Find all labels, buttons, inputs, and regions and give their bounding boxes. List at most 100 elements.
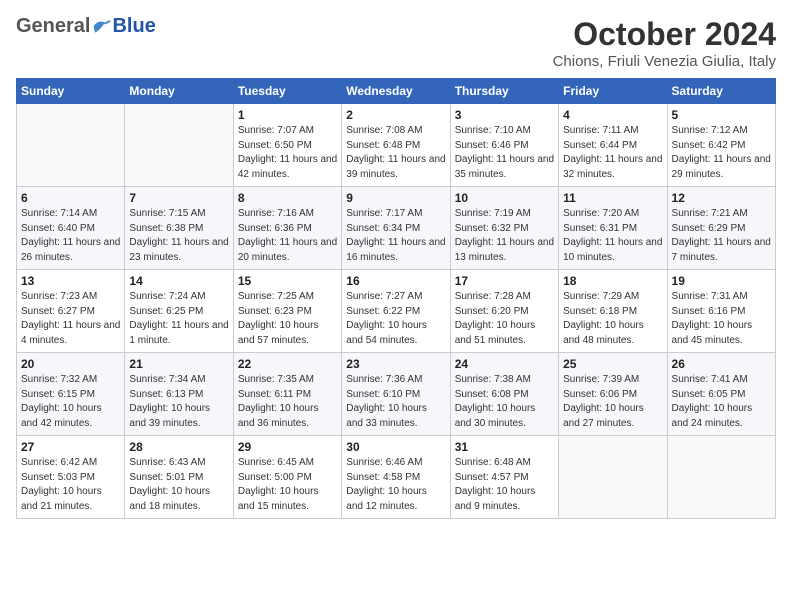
logo-blue: Blue bbox=[112, 16, 155, 36]
day-detail: Sunrise: 6:46 AM Sunset: 4:58 PM Dayligh… bbox=[346, 456, 445, 514]
day-number: 27 bbox=[21, 440, 120, 454]
day-detail: Sunrise: 7:19 AM Sunset: 6:32 PM Dayligh… bbox=[455, 207, 554, 265]
calendar-cell: 3Sunrise: 7:10 AM Sunset: 6:46 PM Daylig… bbox=[450, 104, 558, 187]
calendar-cell: 4 Sunrise: 7:11 AM Sunset: 6:44 PM Daylig… bbox=[559, 104, 667, 187]
calendar-week-row: 6 Sunrise: 7:14 AM Sunset: 6:40 PM Daylig… bbox=[17, 187, 776, 270]
day-number: 21 bbox=[129, 357, 228, 371]
calendar-cell: 25 Sunrise: 7:39 AM Sunset: 6:06 PM Dayli… bbox=[559, 353, 667, 436]
day-number: 10 bbox=[455, 191, 554, 205]
day-number: 17 bbox=[455, 274, 554, 288]
day-number: 11 bbox=[563, 191, 662, 205]
calendar-cell: 28 Sunrise: 6:43 AM Sunset: 5:01 PM Dayli… bbox=[125, 436, 233, 519]
day-detail: Sunrise: 7:20 AM Sunset: 6:31 PM Dayligh… bbox=[563, 207, 662, 265]
logo-general: General bbox=[16, 16, 90, 36]
page-title: October 2024 bbox=[553, 16, 776, 53]
calendar-cell: 9 Sunrise: 7:17 AM Sunset: 6:34 PM Daylig… bbox=[342, 187, 450, 270]
day-number: 7 bbox=[129, 191, 228, 205]
calendar-cell bbox=[559, 436, 667, 519]
day-number: 20 bbox=[21, 357, 120, 371]
day-number: 12 bbox=[672, 191, 771, 205]
day-number: 15 bbox=[238, 274, 337, 288]
day-detail: Sunrise: 7:29 AM Sunset: 6:18 PM Dayligh… bbox=[563, 290, 662, 348]
day-detail: Sunrise: 7:38 AM Sunset: 6:08 PM Dayligh… bbox=[455, 373, 554, 431]
day-number: 9 bbox=[346, 191, 445, 205]
calendar-cell: 16Sunrise: 7:27 AM Sunset: 6:22 PM Dayli… bbox=[342, 270, 450, 353]
day-detail: Sunrise: 7:41 AM Sunset: 6:05 PM Dayligh… bbox=[672, 373, 771, 431]
day-detail: Sunrise: 6:48 AM Sunset: 4:57 PM Dayligh… bbox=[455, 456, 554, 514]
column-header-sunday: Sunday bbox=[17, 79, 125, 104]
day-number: 26 bbox=[672, 357, 771, 371]
calendar-header-row: SundayMondayTuesdayWednesdayThursdayFrid… bbox=[17, 79, 776, 104]
calendar-cell: 2 Sunrise: 7:08 AM Sunset: 6:48 PM Daylig… bbox=[342, 104, 450, 187]
calendar-cell: 8 Sunrise: 7:16 AM Sunset: 6:36 PM Daylig… bbox=[233, 187, 341, 270]
day-number: 25 bbox=[563, 357, 662, 371]
day-detail: Sunrise: 7:28 AM Sunset: 6:20 PM Dayligh… bbox=[455, 290, 554, 348]
day-detail: Sunrise: 7:21 AM Sunset: 6:29 PM Dayligh… bbox=[672, 207, 771, 265]
day-detail: Sunrise: 7:25 AM Sunset: 6:23 PM Dayligh… bbox=[238, 290, 337, 348]
day-detail: Sunrise: 7:12 AM Sunset: 6:42 PM Dayligh… bbox=[672, 124, 771, 182]
day-detail: Sunrise: 7:34 AM Sunset: 6:13 PM Dayligh… bbox=[129, 373, 228, 431]
calendar-cell: 24 Sunrise: 7:38 AM Sunset: 6:08 PM Dayli… bbox=[450, 353, 558, 436]
calendar-cell: 19Sunrise: 7:31 AM Sunset: 6:16 PM Dayli… bbox=[667, 270, 775, 353]
calendar-cell: 14Sunrise: 7:24 AM Sunset: 6:25 PM Dayli… bbox=[125, 270, 233, 353]
calendar-cell: 6 Sunrise: 7:14 AM Sunset: 6:40 PM Daylig… bbox=[17, 187, 125, 270]
calendar-cell: 29Sunrise: 6:45 AM Sunset: 5:00 PM Dayli… bbox=[233, 436, 341, 519]
day-number: 4 bbox=[563, 108, 662, 122]
day-number: 24 bbox=[455, 357, 554, 371]
calendar-cell: 7Sunrise: 7:15 AM Sunset: 6:38 PM Daylig… bbox=[125, 187, 233, 270]
logo-bird-icon bbox=[92, 17, 112, 35]
calendar-cell: 27 Sunrise: 6:42 AM Sunset: 5:03 PM Dayli… bbox=[17, 436, 125, 519]
calendar-cell: 1 Sunrise: 7:07 AM Sunset: 6:50 PM Daylig… bbox=[233, 104, 341, 187]
calendar-cell: 31 Sunrise: 6:48 AM Sunset: 4:57 PM Dayli… bbox=[450, 436, 558, 519]
calendar-cell bbox=[125, 104, 233, 187]
day-number: 6 bbox=[21, 191, 120, 205]
calendar-cell: 12 Sunrise: 7:21 AM Sunset: 6:29 PM Dayli… bbox=[667, 187, 775, 270]
day-number: 28 bbox=[129, 440, 228, 454]
day-detail: Sunrise: 7:07 AM Sunset: 6:50 PM Dayligh… bbox=[238, 124, 337, 182]
day-detail: Sunrise: 7:36 AM Sunset: 6:10 PM Dayligh… bbox=[346, 373, 445, 431]
day-detail: Sunrise: 6:43 AM Sunset: 5:01 PM Dayligh… bbox=[129, 456, 228, 514]
day-number: 8 bbox=[238, 191, 337, 205]
calendar-table: SundayMondayTuesdayWednesdayThursdayFrid… bbox=[16, 78, 776, 519]
day-number: 31 bbox=[455, 440, 554, 454]
calendar-week-row: 1 Sunrise: 7:07 AM Sunset: 6:50 PM Daylig… bbox=[17, 104, 776, 187]
calendar-cell: 5 Sunrise: 7:12 AM Sunset: 6:42 PM Daylig… bbox=[667, 104, 775, 187]
day-number: 1 bbox=[238, 108, 337, 122]
day-number: 23 bbox=[346, 357, 445, 371]
day-detail: Sunrise: 7:27 AM Sunset: 6:22 PM Dayligh… bbox=[346, 290, 445, 348]
day-detail: Sunrise: 7:16 AM Sunset: 6:36 PM Dayligh… bbox=[238, 207, 337, 265]
day-detail: Sunrise: 6:45 AM Sunset: 5:00 PM Dayligh… bbox=[238, 456, 337, 514]
day-number: 18 bbox=[563, 274, 662, 288]
column-header-monday: Monday bbox=[125, 79, 233, 104]
day-detail: Sunrise: 7:08 AM Sunset: 6:48 PM Dayligh… bbox=[346, 124, 445, 182]
day-detail: Sunrise: 7:11 AM Sunset: 6:44 PM Dayligh… bbox=[563, 124, 662, 182]
day-detail: Sunrise: 7:23 AM Sunset: 6:27 PM Dayligh… bbox=[21, 290, 120, 348]
day-detail: Sunrise: 7:39 AM Sunset: 6:06 PM Dayligh… bbox=[563, 373, 662, 431]
calendar-cell: 21 Sunrise: 7:34 AM Sunset: 6:13 PM Dayli… bbox=[125, 353, 233, 436]
day-detail: Sunrise: 6:42 AM Sunset: 5:03 PM Dayligh… bbox=[21, 456, 120, 514]
calendar-cell: 30 Sunrise: 6:46 AM Sunset: 4:58 PM Dayli… bbox=[342, 436, 450, 519]
day-number: 3 bbox=[455, 108, 554, 122]
day-number: 2 bbox=[346, 108, 445, 122]
calendar-cell: 13 Sunrise: 7:23 AM Sunset: 6:27 PM Dayli… bbox=[17, 270, 125, 353]
day-detail: Sunrise: 7:31 AM Sunset: 6:16 PM Dayligh… bbox=[672, 290, 771, 348]
day-detail: Sunrise: 7:14 AM Sunset: 6:40 PM Dayligh… bbox=[21, 207, 120, 265]
column-header-friday: Friday bbox=[559, 79, 667, 104]
title-block: October 2024 Chions, Friuli Venezia Giul… bbox=[553, 16, 776, 70]
day-detail: Sunrise: 7:32 AM Sunset: 6:15 PM Dayligh… bbox=[21, 373, 120, 431]
calendar-cell bbox=[667, 436, 775, 519]
column-header-saturday: Saturday bbox=[667, 79, 775, 104]
calendar-cell: 15 Sunrise: 7:25 AM Sunset: 6:23 PM Dayli… bbox=[233, 270, 341, 353]
day-detail: Sunrise: 7:17 AM Sunset: 6:34 PM Dayligh… bbox=[346, 207, 445, 265]
calendar-cell: 23 Sunrise: 7:36 AM Sunset: 6:10 PM Dayli… bbox=[342, 353, 450, 436]
calendar-cell: 22Sunrise: 7:35 AM Sunset: 6:11 PM Dayli… bbox=[233, 353, 341, 436]
column-header-wednesday: Wednesday bbox=[342, 79, 450, 104]
calendar-cell: 18 Sunrise: 7:29 AM Sunset: 6:18 PM Dayli… bbox=[559, 270, 667, 353]
calendar-cell: 10 Sunrise: 7:19 AM Sunset: 6:32 PM Dayli… bbox=[450, 187, 558, 270]
day-number: 13 bbox=[21, 274, 120, 288]
day-number: 5 bbox=[672, 108, 771, 122]
column-header-thursday: Thursday bbox=[450, 79, 558, 104]
day-number: 30 bbox=[346, 440, 445, 454]
logo: General Blue bbox=[16, 16, 156, 36]
column-header-tuesday: Tuesday bbox=[233, 79, 341, 104]
